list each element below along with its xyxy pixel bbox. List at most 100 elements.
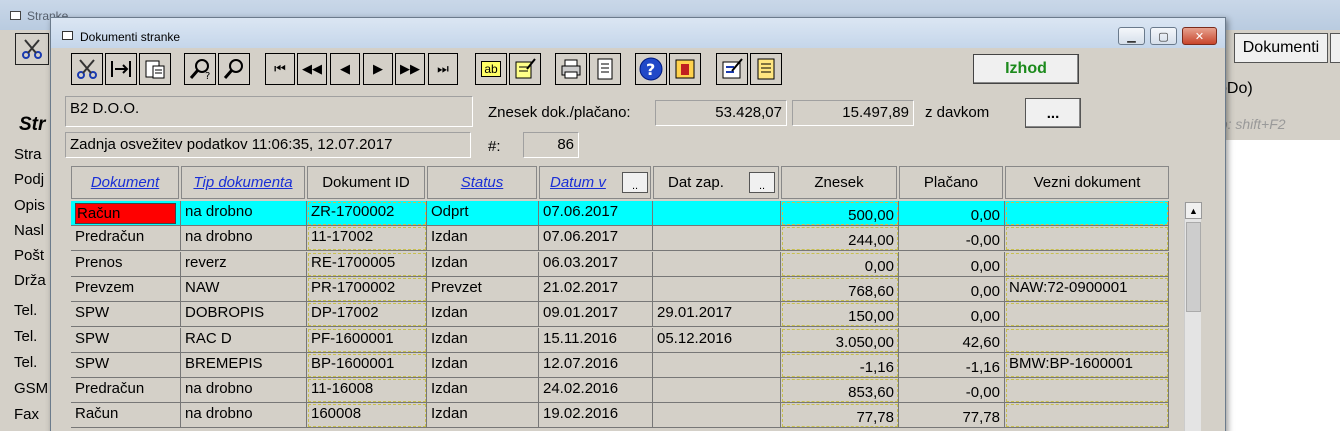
table-cell-tip[interactable]: na drobno bbox=[181, 403, 307, 429]
table-cell-placano[interactable]: 0,00 bbox=[899, 251, 1005, 277]
table-cell-placano[interactable]: 0,00 bbox=[899, 276, 1005, 302]
table-cell-datum[interactable]: 15.11.2016 bbox=[539, 327, 653, 353]
options-button[interactable]: ... bbox=[1025, 98, 1081, 128]
table-row[interactable]: SPW DOBROPIS DP-17002 Izdan 09.01.2017 29.01.… bbox=[71, 302, 1171, 328]
dialog-titlebar[interactable]: Dokumenti stranke ▁ ▢ ✕ bbox=[51, 18, 1225, 48]
table-cell-znesek[interactable]: 500,00 bbox=[781, 201, 899, 226]
table-row[interactable]: Predračun na drobno 11-16008 Izdan 24.02.201… bbox=[71, 378, 1171, 404]
scroll-thumb[interactable] bbox=[1186, 222, 1201, 312]
table-cell-datum[interactable]: 24.02.2016 bbox=[539, 378, 653, 404]
scroll-up-button[interactable]: ▲ bbox=[1185, 202, 1202, 219]
table-cell-dat-zap[interactable] bbox=[653, 403, 781, 429]
table-cell-dokument[interactable]: Račun bbox=[71, 201, 181, 226]
cut-button[interactable] bbox=[71, 53, 103, 85]
table-cell-placano[interactable]: 77,78 bbox=[899, 403, 1005, 429]
first-record-button[interactable]: ⏮ bbox=[265, 53, 295, 85]
table-cell-znesek[interactable]: 853,60 bbox=[781, 378, 899, 404]
table-cell-id[interactable]: PF-1600001 bbox=[307, 327, 427, 353]
table-cell-znesek[interactable]: 244,00 bbox=[781, 226, 899, 252]
table-row[interactable]: Prevzem NAW PR-1700002 Prevzet 21.02.2017 768… bbox=[71, 276, 1171, 302]
table-cell-id[interactable]: PR-1700002 bbox=[307, 276, 427, 302]
table-cell-placano[interactable]: -0,00 bbox=[899, 226, 1005, 252]
table-cell-tip[interactable]: BREMEPIS bbox=[181, 352, 307, 378]
table-cell-datum[interactable]: 07.06.2017 bbox=[539, 201, 653, 226]
table-row[interactable]: SPW BREMEPIS BP-1600001 Izdan 12.07.2016 -1,1… bbox=[71, 352, 1171, 378]
table-cell-znesek[interactable]: 3.050,00 bbox=[781, 327, 899, 353]
dokumenti-button[interactable]: Dokumenti bbox=[1234, 33, 1328, 63]
table-cell-datum[interactable]: 07.06.2017 bbox=[539, 226, 653, 252]
table-cell-placano[interactable]: -1,16 bbox=[899, 352, 1005, 378]
table-cell-dat-zap[interactable] bbox=[653, 276, 781, 302]
column-header-status[interactable]: Status bbox=[427, 166, 537, 199]
table-cell-tip[interactable]: DOBROPIS bbox=[181, 302, 307, 328]
table-cell-dat-zap[interactable]: 05.12.2016 bbox=[653, 327, 781, 353]
previous-button[interactable]: ◀ bbox=[330, 53, 360, 85]
rewind-button[interactable]: ◀◀ bbox=[297, 53, 327, 85]
table-cell-status[interactable]: Izdan bbox=[427, 403, 539, 429]
table-cell-status[interactable]: Prevzet bbox=[427, 276, 539, 302]
search-button[interactable] bbox=[218, 53, 250, 85]
table-cell-dokument[interactable]: SPW bbox=[71, 302, 181, 328]
datum-sort-link[interactable]: Datum v bbox=[550, 174, 606, 191]
table-cell-vezni[interactable] bbox=[1005, 403, 1169, 429]
table-cell-tip[interactable]: NAW bbox=[181, 276, 307, 302]
column-header-tip[interactable]: Tip dokumenta bbox=[181, 166, 305, 199]
table-row[interactable]: Račun na drobno 160008 Izdan 19.02.2016 77,78… bbox=[71, 403, 1171, 429]
table-cell-vezni[interactable] bbox=[1005, 251, 1169, 277]
table-cell-id[interactable]: 160008 bbox=[307, 403, 427, 429]
table-cell-vezni[interactable] bbox=[1005, 327, 1169, 353]
help-button[interactable]: ? bbox=[635, 53, 667, 85]
table-row[interactable]: Račun na drobno ZR-1700002 Odprt 07.06.2017 5… bbox=[71, 201, 1171, 226]
document-button[interactable] bbox=[589, 53, 621, 85]
table-cell-dat-zap[interactable] bbox=[653, 251, 781, 277]
maximize-button[interactable]: ▢ bbox=[1150, 27, 1177, 45]
table-cell-id[interactable]: ZR-1700002 bbox=[307, 201, 427, 226]
dat-zap-filter-button[interactable]: .. bbox=[749, 172, 775, 193]
edit-note-button[interactable] bbox=[509, 53, 541, 85]
izhod-button[interactable]: Izhod bbox=[973, 54, 1079, 84]
table-cell-dokument[interactable]: Predračun bbox=[71, 378, 181, 404]
table-cell-id[interactable]: RE-1700005 bbox=[307, 251, 427, 277]
fast-forward-button[interactable]: ▶▶ bbox=[395, 53, 425, 85]
table-cell-placano[interactable]: 0,00 bbox=[899, 302, 1005, 328]
minimize-button[interactable]: ▁ bbox=[1118, 27, 1145, 45]
table-cell-placano[interactable]: -0,00 bbox=[899, 378, 1005, 404]
merge-button[interactable] bbox=[105, 53, 137, 85]
table-cell-dokument[interactable]: SPW bbox=[71, 327, 181, 353]
last-record-button[interactable]: ⏭ bbox=[428, 53, 458, 85]
table-cell-dat-zap[interactable] bbox=[653, 352, 781, 378]
table-cell-id[interactable]: DP-17002 bbox=[307, 302, 427, 328]
table-cell-placano[interactable]: 42,60 bbox=[899, 327, 1005, 353]
table-row[interactable]: Prenos reverz RE-1700005 Izdan 06.03.2017 0,0… bbox=[71, 251, 1171, 277]
table-cell-dokument[interactable]: SPW bbox=[71, 352, 181, 378]
table-cell-datum[interactable]: 21.02.2017 bbox=[539, 276, 653, 302]
table-cell-status[interactable]: Izdan bbox=[427, 251, 539, 277]
table-cell-znesek[interactable]: -1,16 bbox=[781, 352, 899, 378]
table-cell-znesek[interactable]: 768,60 bbox=[781, 276, 899, 302]
table-cell-id[interactable]: 11-16008 bbox=[307, 378, 427, 404]
table-cell-vezni[interactable] bbox=[1005, 226, 1169, 252]
calendar-button[interactable] bbox=[669, 53, 701, 85]
table-cell-tip[interactable]: na drobno bbox=[181, 226, 307, 252]
edit-form-button[interactable] bbox=[716, 53, 748, 85]
search-help-button[interactable]: ? bbox=[184, 53, 216, 85]
selected-cell[interactable]: Račun bbox=[75, 203, 176, 224]
table-cell-dokument[interactable]: Predračun bbox=[71, 226, 181, 252]
table-cell-status[interactable]: Odprt bbox=[427, 201, 539, 226]
table-cell-datum[interactable]: 09.01.2017 bbox=[539, 302, 653, 328]
vertical-scrollbar[interactable]: ▲ bbox=[1184, 202, 1202, 431]
close-button[interactable]: ✕ bbox=[1182, 27, 1217, 45]
table-cell-datum[interactable]: 06.03.2017 bbox=[539, 251, 653, 277]
table-cell-tip[interactable]: na drobno bbox=[181, 201, 307, 226]
table-cell-dat-zap[interactable]: 29.01.2017 bbox=[653, 302, 781, 328]
table-cell-znesek[interactable]: 77,78 bbox=[781, 403, 899, 429]
table-cell-datum[interactable]: 19.02.2016 bbox=[539, 403, 653, 429]
table-cell-placano[interactable]: 0,00 bbox=[899, 201, 1005, 226]
table-cell-vezni[interactable] bbox=[1005, 378, 1169, 404]
column-header-dokument[interactable]: Dokument bbox=[71, 166, 179, 199]
table-cell-dokument[interactable]: Prenos bbox=[71, 251, 181, 277]
table-cell-tip[interactable]: na drobno bbox=[181, 378, 307, 404]
table-cell-dat-zap[interactable] bbox=[653, 226, 781, 252]
table-cell-znesek[interactable]: 150,00 bbox=[781, 302, 899, 328]
text-button[interactable]: ab bbox=[475, 53, 507, 85]
